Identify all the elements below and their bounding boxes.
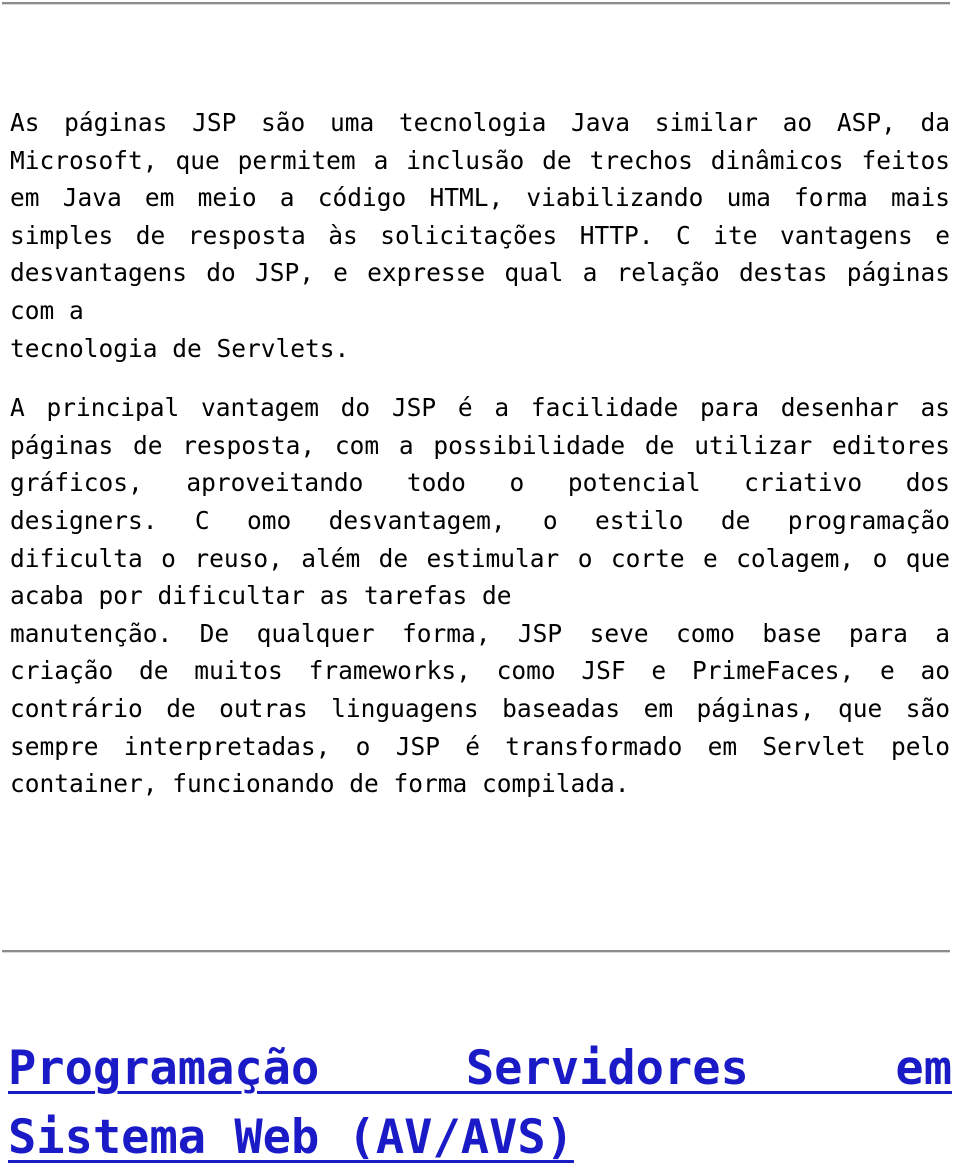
paragraph-answer-line-1: páginas de resposta, com a possibilidade… — [10, 430, 950, 460]
paragraph-question-line-5: com a — [10, 295, 84, 325]
paragraph-answer-line-8: contrário de outras linguagens baseadas … — [10, 693, 950, 723]
paragraph-answer-line-3: designers. C omo desvantagem, o estilo d… — [10, 505, 950, 535]
paragraph-question-line-2: em Java em meio a código HTML, viabiliza… — [10, 183, 950, 213]
paragraph-answer-line-9: sempre interpretadas, o JSP é transforma… — [10, 731, 950, 761]
paragraph-answer-line-7: criação de muitos frameworks, como JSF e… — [10, 656, 950, 686]
paragraph-answer-line-4: dificulta o reuso, além de estimular o c… — [10, 543, 950, 573]
paragraph-answer-line-0: A principal vantagem do JSP é a facilida… — [10, 393, 950, 423]
paragraph-question: As páginas JSP são uma tecnologia Java s… — [10, 104, 950, 367]
paragraph-question-line-1: Microsoft, que permitem a inclusão de tr… — [10, 145, 950, 175]
paragraph-question-line-3: simples de resposta às solicitações HTTP… — [10, 220, 950, 250]
paragraph-answer-line-2: gráficos, aproveitando todo o potencial … — [10, 468, 950, 498]
document-page: As páginas JSP são uma tecnologia Java s… — [0, 0, 960, 1174]
document-body: As páginas JSP são uma tecnologia Java s… — [10, 104, 950, 803]
section-heading: Programação Servidores em Sistema Web (AV… — [8, 1034, 952, 1172]
paragraph-answer-line-5: acaba por dificultar as tarefas de — [10, 581, 512, 611]
heading-line-0: Programação Servidores em — [8, 1041, 952, 1096]
paragraph-answer: A principal vantagem do JSP é a facilida… — [10, 389, 950, 803]
top-horizontal-rule — [2, 2, 950, 5]
paragraph-answer-line-10: container, funcionando de forma compilad… — [10, 769, 630, 799]
heading-line-1: Sistema Web (AV/AVS) — [8, 1110, 574, 1165]
paragraph-question-line-0: As páginas JSP são uma tecnologia Java s… — [10, 108, 950, 137]
paragraph-answer-line-6: manutenção. De qualquer forma, JSP seve … — [10, 618, 950, 648]
paragraph-question-line-4: desvantagens do JSP, e expresse qual a r… — [10, 258, 950, 288]
middle-horizontal-rule — [2, 950, 950, 953]
paragraph-question-line-6: tecnologia de Servlets. — [10, 333, 350, 363]
